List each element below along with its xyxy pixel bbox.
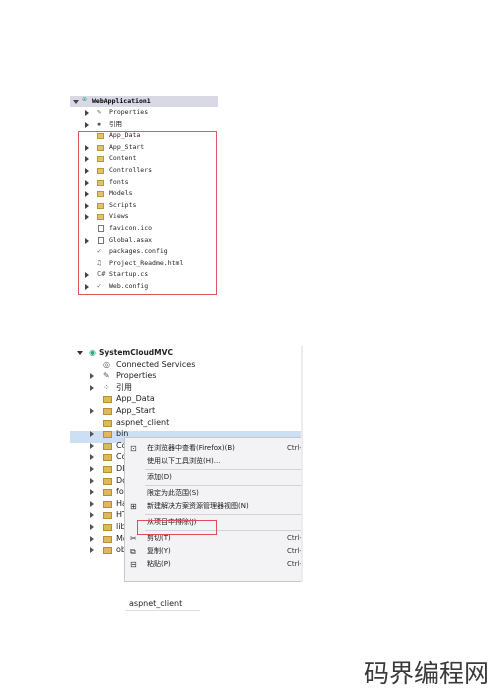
wrench-icon: ✎ <box>97 108 102 116</box>
context-menu-item[interactable]: 限定为此范围(S) <box>125 487 303 500</box>
wrench-icon: ✎ <box>103 371 110 381</box>
project-node-row[interactable]: ◉ SystemCloudMVC <box>70 347 303 359</box>
tree-item[interactable]: ✎ Properties <box>70 107 218 118</box>
project-name: WebApplication1 <box>92 97 151 105</box>
expand-arrow-icon[interactable] <box>85 121 89 128</box>
watermark: 码界编程网 <box>364 659 490 688</box>
menu-separator <box>145 469 303 470</box>
expand-arrow-icon[interactable] <box>90 407 94 414</box>
solution-explorer-panel-2: ◉ SystemCloudMVC ◎ Connected Services ✎ Pro… <box>70 346 303 582</box>
menu-item-shortcut: Ctrl- <box>287 534 302 542</box>
expand-arrow-icon[interactable] <box>90 431 94 438</box>
folder-icon <box>103 477 112 485</box>
tree-item[interactable]: ◎ Connected Services <box>70 359 303 371</box>
folder-icon <box>103 454 112 462</box>
tree-item[interactable]: ⁘ 引用 <box>70 382 303 394</box>
web-project-icon: ⊕ <box>82 96 88 103</box>
expand-arrow-icon[interactable] <box>90 489 94 496</box>
folder-icon <box>103 442 112 450</box>
tree-item-label: fo <box>116 487 124 497</box>
context-menu-item[interactable]: 使用以下工具浏览(H)... <box>125 455 303 468</box>
context-menu-item[interactable]: ⊡ 在浏览器中查看(Firefox)(B) Ctrl- <box>125 442 303 455</box>
context-menu-item[interactable]: ⊟ 粘贴(P) Ctrl- <box>125 558 303 571</box>
solution-explorer-panel-1: ⊕ WebApplication1 ✎ Properties ▪ 引用 App_Data… <box>70 96 218 296</box>
menu-item-label: 复制(Y) <box>147 547 171 555</box>
context-menu-item[interactable]: ⊞ 新建解决方案资源管理器视图(N) <box>125 500 303 513</box>
collapse-arrow-icon[interactable] <box>73 100 79 104</box>
tree-item-label: aspnet_client <box>116 417 170 427</box>
folder-icon <box>103 465 112 473</box>
expand-arrow-icon[interactable] <box>90 512 94 519</box>
folder-icon <box>103 407 112 415</box>
cut-icon: ✂ <box>130 534 137 543</box>
expand-arrow-icon[interactable] <box>90 465 94 472</box>
expand-arrow-icon[interactable] <box>90 535 94 542</box>
context-menu-item[interactable]: ⧉ 复制(Y) Ctrl- <box>125 545 303 558</box>
connected-services-icon: ◎ <box>103 359 110 369</box>
browser-icon: ⊡ <box>130 444 137 453</box>
web-project-icon: ◉ <box>89 348 96 357</box>
expand-arrow-icon[interactable] <box>90 442 94 449</box>
menu-item-label: 新建解决方案资源管理器视图(N) <box>147 502 249 510</box>
paste-icon: ⊟ <box>130 560 137 569</box>
expand-arrow-icon[interactable] <box>90 523 94 530</box>
menu-item-shortcut: Ctrl- <box>287 444 302 452</box>
folder-icon <box>103 547 112 555</box>
folder-icon <box>103 396 112 404</box>
menu-item-label: 限定为此范围(S) <box>147 489 199 497</box>
tree-item[interactable]: App_Start <box>70 405 303 417</box>
new-view-icon: ⊞ <box>130 502 137 511</box>
scrollbar[interactable] <box>301 346 303 582</box>
expand-arrow-icon[interactable] <box>90 477 94 484</box>
menu-item-shortcut: Ctrl- <box>287 560 302 568</box>
menu-separator <box>145 514 303 515</box>
collapse-arrow-icon[interactable] <box>77 351 83 355</box>
folder-name: aspnet_client <box>129 599 183 608</box>
references-icon: ▪ <box>97 119 102 128</box>
folder-icon <box>103 512 112 520</box>
tree-item[interactable]: ✎ Properties <box>70 370 303 382</box>
menu-item-label: 在浏览器中查看(Firefox)(B) <box>147 444 235 452</box>
expand-arrow-icon[interactable] <box>90 384 94 391</box>
tree-item-label: Properties <box>116 371 157 381</box>
folder-icon <box>103 489 112 497</box>
tree-item-label: Connected Services <box>116 359 196 369</box>
expand-arrow-icon[interactable] <box>85 110 89 116</box>
tree-item-label: App_Start <box>116 405 156 415</box>
menu-item-label: 使用以下工具浏览(H)... <box>147 457 221 465</box>
context-menu-item[interactable]: 添加(D) <box>125 471 303 484</box>
tree-item-label: Properties <box>109 108 149 116</box>
expand-arrow-icon[interactable] <box>90 454 94 461</box>
folder-icon <box>103 431 112 439</box>
copy-icon: ⧉ <box>130 547 136 556</box>
highlight-box <box>137 520 217 535</box>
context-menu: ⊡ 在浏览器中查看(Firefox)(B) Ctrl- 使用以下工具浏览(H)... 添… <box>124 437 303 582</box>
folder-icon <box>103 523 112 531</box>
highlight-box <box>78 131 217 295</box>
folder-icon <box>103 500 112 508</box>
project-name: SystemCloudMVC <box>99 348 173 357</box>
menu-item-label: 添加(D) <box>147 473 172 481</box>
tree-item[interactable]: aspnet_client <box>70 417 303 429</box>
project-node-row[interactable]: ⊕ WebApplication1 <box>70 96 218 107</box>
tree-item-label: App_Data <box>116 394 155 404</box>
expand-arrow-icon[interactable] <box>90 547 94 554</box>
tree-item-label: 引用 <box>109 119 122 128</box>
expand-arrow-icon[interactable] <box>90 373 94 380</box>
menu-item-shortcut: Ctrl- <box>287 547 302 555</box>
menu-item-label: 粘贴(P) <box>147 560 171 568</box>
menu-separator <box>145 485 303 486</box>
renamed-folder-label: aspnet_client <box>125 597 200 611</box>
expand-arrow-icon[interactable] <box>90 500 94 507</box>
folder-icon <box>103 419 112 427</box>
tree-item[interactable]: ▪ 引用 <box>70 119 218 130</box>
folder-icon <box>103 535 112 543</box>
references-icon: ⁘ <box>103 382 110 392</box>
tree-item[interactable]: App_Data <box>70 393 303 405</box>
tree-item-label: 引用 <box>116 382 132 392</box>
